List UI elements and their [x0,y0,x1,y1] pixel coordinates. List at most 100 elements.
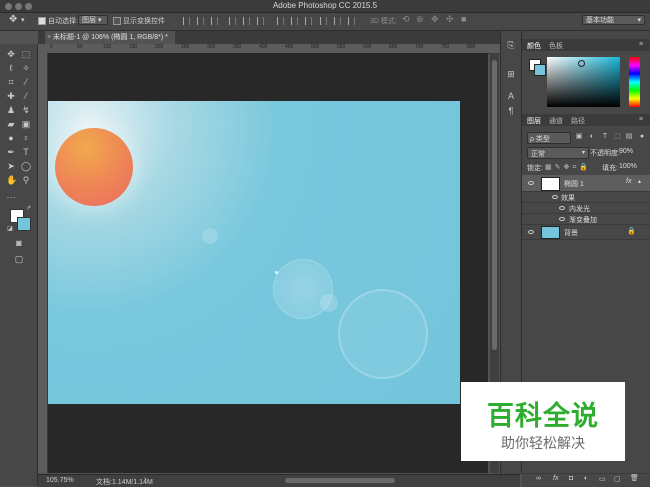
eye-icon[interactable] [559,206,565,210]
lock-icons[interactable]: ▦✎✥⌗🔒 [545,163,591,172]
tab-channels[interactable]: 通道 [549,116,563,126]
filter-toggle-icon[interactable]: ● [637,132,647,142]
distribute-vcenter-icon[interactable] [291,17,298,25]
effect-row-gradient-overlay[interactable]: 渐变叠加 [522,214,650,225]
new-group-icon[interactable]: ▭ [599,475,606,483]
align-hcenter-icon[interactable] [243,17,250,25]
character-panel-icon[interactable]: A [506,91,516,101]
background-color-swatch[interactable] [17,217,31,231]
auto-select-checkbox[interactable]: 自动选择: [38,16,78,26]
tab-layers[interactable]: 图层 [527,116,541,126]
more-tools-icon[interactable]: ··· [6,192,16,202]
color-picker-field[interactable] [547,57,620,107]
fill-value[interactable]: 100% [619,163,637,170]
swap-colors-icon[interactable]: ↱ [24,204,34,214]
pen-tool-icon[interactable]: ✒ [6,147,16,157]
layer-name[interactable]: 背景 [564,228,578,238]
screen-mode-icon[interactable]: ▢ [14,254,24,264]
align-bottom-icon[interactable] [211,17,218,25]
eraser-tool-icon[interactable]: ▰ [6,119,16,129]
fx-badge[interactable]: fx [626,178,631,185]
history-panel-icon[interactable]: ⎘ [506,40,516,50]
eyedropper-tool-icon[interactable]: ⁄ [21,77,31,87]
distribute-hcenter-icon[interactable] [334,17,341,25]
layer-row-ellipse[interactable]: 椭圆 1 fx ▴ [522,175,650,192]
add-style-icon[interactable]: fx [553,475,558,482]
zoom-level[interactable]: 105.75% [46,477,74,484]
document-tab-close-icon[interactable]: × [47,31,51,44]
align-left-icon[interactable] [229,17,236,25]
layer-row-background[interactable]: 背景 🔒 [522,225,650,240]
filter-adjustment-icon[interactable]: ◐ [587,132,597,142]
3d-rotate-icon[interactable]: ⟲ [402,14,410,25]
filter-smart-icon[interactable]: ▤ [624,132,634,142]
color-picker-cursor[interactable] [578,60,585,67]
opacity-value[interactable]: 90% [619,148,633,155]
path-selection-tool-icon[interactable]: ➤ [6,161,16,171]
distribute-bottom-icon[interactable] [305,17,312,25]
document-canvas[interactable] [48,101,460,404]
filter-pixel-icon[interactable]: ▣ [574,132,584,142]
color-panel-background-swatch[interactable] [534,64,546,76]
panel-menu-icon[interactable]: ≡ [639,41,643,48]
vertical-scroll-thumb[interactable] [492,60,497,350]
effects-row[interactable]: 效果 [522,192,650,203]
blend-mode-dropdown[interactable]: 正常 ▾ [527,147,589,159]
link-layers-icon[interactable]: ∞ [536,475,541,482]
distribute-top-icon[interactable] [277,17,284,25]
distribute-right-icon[interactable] [348,17,355,25]
layer-filter-dropdown[interactable]: ρ 类型 [527,132,571,144]
hand-tool-icon[interactable]: ✋ [6,175,17,185]
gradient-tool-icon[interactable]: ▣ [21,119,31,129]
expand-chevron-icon[interactable]: ▴ [638,178,641,185]
align-top-icon[interactable] [183,17,190,25]
hue-slider[interactable] [629,57,640,107]
tab-paths[interactable]: 路径 [571,116,585,126]
history-brush-tool-icon[interactable]: ↯ [21,105,31,115]
move-tool-icon[interactable]: ✥ [9,14,17,25]
new-adjustment-icon[interactable]: ◐ [584,475,588,482]
default-colors-icon[interactable]: ◪ [5,224,15,234]
healing-brush-tool-icon[interactable]: ✚ [6,91,16,101]
eye-icon[interactable] [559,217,565,221]
filter-shape-icon[interactable]: ⬚ [612,132,622,142]
quick-mask-icon[interactable]: ◙ [14,238,24,248]
properties-panel-icon[interactable]: ⊞ [506,69,516,79]
effect-row-inner-glow[interactable]: 内发光 [522,203,650,214]
paragraph-panel-icon[interactable]: ¶ [506,106,516,116]
type-tool-icon[interactable]: T [21,147,31,157]
eye-icon[interactable] [528,181,534,185]
distribute-left-icon[interactable] [320,17,327,25]
add-mask-icon[interactable]: ◘ [569,475,573,482]
ellipse-tool-icon[interactable]: ◯ [21,161,31,171]
document-tab[interactable]: × 未标题-1 @ 106% (椭圆 1, RGB/8*) * [45,31,175,44]
tool-preset-chevron-icon[interactable]: ▾ [21,16,25,24]
3d-roll-icon[interactable]: ⊛ [416,14,424,25]
align-vcenter-icon[interactable] [197,17,204,25]
auto-select-dropdown[interactable]: 图层 ▾ [78,15,108,25]
status-menu-chevron-icon[interactable]: › [144,476,146,483]
eye-icon[interactable] [528,230,534,234]
workspace-switcher[interactable]: 基本功能 ▾ [582,15,645,25]
clone-stamp-tool-icon[interactable]: ♟ [6,105,16,115]
tab-swatches[interactable]: 色板 [549,41,563,51]
align-right-icon[interactable] [257,17,264,25]
dodge-tool-icon[interactable]: ♀ [21,133,31,143]
sun-ellipse-shape[interactable] [55,128,133,206]
brush-tool-icon[interactable]: ⁄ [21,91,31,101]
3d-scale-icon[interactable]: ■ [461,14,466,24]
zoom-tool-icon[interactable]: ⚲ [21,175,31,185]
panel-menu-icon[interactable]: ≡ [639,116,643,123]
move-tool-icon[interactable]: ✥ [6,49,16,59]
new-layer-icon[interactable]: ▢ [614,475,621,483]
magic-wand-tool-icon[interactable]: ✧ [21,63,31,73]
tab-color[interactable]: 颜色 [527,41,541,51]
3d-slide-icon[interactable]: ✣ [446,14,454,25]
3d-pan-icon[interactable]: ✥ [431,14,439,25]
filter-type-icon[interactable]: T [600,132,610,142]
delete-layer-icon[interactable]: 🗑 [630,474,639,482]
marquee-tool-icon[interactable]: ⬚ [21,49,31,59]
eye-icon[interactable] [552,195,558,199]
horizontal-scroll-thumb[interactable] [285,478,395,483]
show-transform-checkbox[interactable]: 显示变换控件 [113,16,165,26]
